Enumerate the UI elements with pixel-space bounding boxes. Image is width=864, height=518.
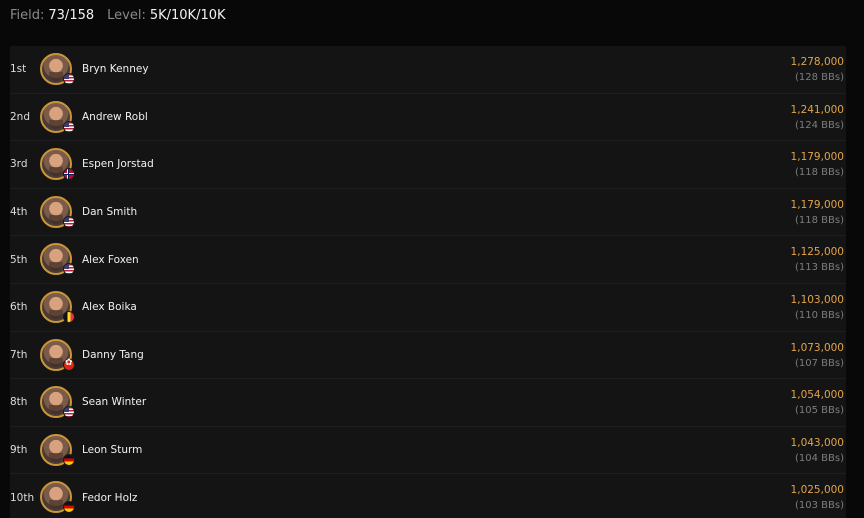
player-avatar[interactable] [40, 290, 75, 323]
chip-count: 1,103,000 [790, 293, 844, 306]
chip-stack: 1,241,000 (124 BBs) [791, 103, 844, 133]
player-row[interactable]: 3rd Espen Jorstad 1,179,000 (118 BBs) [10, 141, 846, 189]
player-name[interactable]: Leon Sturm [82, 444, 142, 456]
player-rank: 1st [10, 63, 27, 76]
player-name[interactable]: Danny Tang [82, 349, 144, 361]
chip-count: 1,179,000 [790, 151, 844, 164]
player-row[interactable]: 7th Danny Tang 1,073,000 (107 BBs) [10, 332, 846, 380]
player-rank: 8th [10, 396, 28, 409]
belarus-flag-icon [63, 310, 75, 323]
chip-leaderboard: 1st Bryn Kenney 1,278,000 (128 BBs) 2nd Andre… [10, 46, 846, 518]
chip-count: 1,278,000 [790, 56, 844, 68]
player-name[interactable]: Espen Jorstad [82, 158, 154, 170]
player-avatar[interactable] [40, 148, 75, 181]
big-blinds: (107 BBs) [795, 357, 844, 369]
norway-flag-icon [63, 168, 75, 181]
player-name[interactable]: Bryn Kenney [82, 63, 149, 75]
chip-count: 1,054,000 [790, 389, 844, 402]
chip-stack: 1,054,000 (105 BBs) [791, 388, 844, 418]
player-name[interactable]: Alex Boika [82, 301, 137, 313]
germany-flag-icon [63, 501, 75, 514]
us-flag-icon [63, 406, 75, 419]
us-flag-icon [63, 263, 75, 276]
player-row[interactable]: 8th Sean Winter 1,054,000 (105 BBs) [10, 379, 846, 427]
player-rank: 2nd [10, 110, 31, 123]
chip-count: 1,241,000 [790, 103, 844, 116]
chip-stack: 1,025,000 (103 BBs) [791, 483, 844, 513]
player-row[interactable]: 6th Alex Boika 1,103,000 (110 BBs) [10, 284, 846, 332]
big-blinds: (124 BBs) [795, 119, 844, 131]
germany-flag-icon [63, 453, 75, 466]
player-rank: 7th [10, 348, 28, 361]
field-value: 73/158 [48, 7, 95, 23]
chip-count: 1,043,000 [790, 436, 844, 449]
chip-count: 1,125,000 [790, 246, 844, 259]
chip-stack: 1,179,000 (118 BBs) [791, 150, 844, 180]
big-blinds: (103 BBs) [795, 500, 844, 512]
chip-stack: 1,278,000 (128 BBs) [791, 55, 844, 85]
big-blinds: (105 BBs) [795, 405, 844, 417]
player-avatar[interactable] [40, 338, 75, 371]
player-rank: 3rd [10, 158, 28, 171]
big-blinds: (104 BBs) [795, 452, 844, 464]
chip-stack: 1,073,000 (107 BBs) [791, 341, 844, 371]
us-flag-icon [63, 73, 75, 85]
player-rank: 10th [10, 491, 35, 504]
tournament-info-bar: Field: 73/158 Level: 5K/10K/10K [0, 0, 864, 30]
player-row[interactable]: 1st Bryn Kenney 1,278,000 (128 BBs) [10, 46, 846, 94]
player-row[interactable]: 10th Fedor Holz 1,025,000 (103 BBs) [10, 474, 846, 518]
player-avatar[interactable] [40, 386, 75, 419]
chip-count: 1,025,000 [790, 484, 844, 497]
player-avatar[interactable] [40, 481, 75, 514]
field-label: Field: [10, 7, 45, 23]
player-row[interactable]: 2nd Andrew Robl 1,241,000 (124 BBs) [10, 94, 846, 142]
chip-stack: 1,103,000 (110 BBs) [791, 293, 844, 323]
player-avatar[interactable] [40, 243, 75, 276]
big-blinds: (110 BBs) [795, 309, 844, 321]
player-avatar[interactable] [40, 433, 75, 466]
player-name[interactable]: Fedor Holz [82, 492, 137, 504]
player-avatar[interactable] [40, 195, 75, 228]
level-value: 5K/10K/10K [149, 7, 226, 23]
big-blinds: (118 BBs) [795, 214, 844, 226]
player-rank: 4th [10, 206, 28, 219]
player-row[interactable]: 9th Leon Sturm 1,043,000 (104 BBs) [10, 427, 846, 475]
player-avatar[interactable] [40, 53, 75, 85]
chip-stack: 1,043,000 (104 BBs) [791, 436, 844, 466]
big-blinds: (113 BBs) [795, 262, 844, 274]
hong-kong-flag-icon [63, 358, 75, 371]
us-flag-icon [63, 215, 75, 228]
player-rank: 9th [10, 444, 28, 457]
chip-stack: 1,125,000 (113 BBs) [791, 245, 844, 275]
player-rank: 5th [10, 253, 28, 266]
chip-count: 1,073,000 [790, 341, 844, 354]
player-row[interactable]: 4th Dan Smith 1,179,000 (118 BBs) [10, 189, 846, 237]
us-flag-icon [63, 120, 75, 133]
big-blinds: (128 BBs) [795, 72, 844, 83]
player-row[interactable]: 5th Alex Foxen 1,125,000 (113 BBs) [10, 236, 846, 284]
chip-count: 1,179,000 [790, 198, 844, 211]
player-name[interactable]: Sean Winter [82, 396, 146, 408]
player-avatar[interactable] [40, 100, 75, 133]
player-name[interactable]: Andrew Robl [82, 111, 148, 123]
player-name[interactable]: Alex Foxen [82, 254, 139, 266]
level-label: Level: [107, 7, 146, 23]
chip-stack: 1,179,000 (118 BBs) [791, 198, 844, 228]
player-rank: 6th [10, 301, 28, 314]
player-name[interactable]: Dan Smith [82, 206, 137, 218]
big-blinds: (118 BBs) [795, 167, 844, 179]
